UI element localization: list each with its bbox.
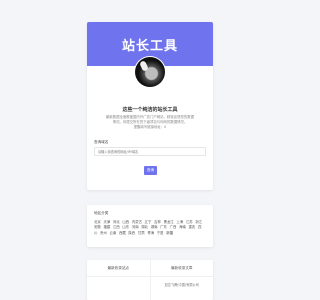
description-note: 提醒填写链接地址：0 — [133, 125, 167, 130]
domain-input[interactable] — [94, 147, 206, 156]
area-link[interactable]: 广西 — [170, 225, 177, 229]
latest-sites-title: 最新收录站点 — [87, 266, 150, 277]
area-card: 地区分类 北京 天津 河北 山西 内蒙古 辽宁 吉林 黑龙江 上海 江苏 浙江 … — [87, 205, 213, 247]
area-link[interactable]: 河北 — [113, 220, 120, 224]
area-link[interactable]: 重庆 — [189, 225, 196, 229]
area-link[interactable]: 江西 — [113, 225, 120, 229]
area-link[interactable]: 西藏 — [119, 231, 126, 235]
area-link[interactable]: 江苏 — [186, 220, 193, 224]
avatar — [134, 56, 166, 88]
area-link[interactable]: 甘肃 — [138, 231, 145, 235]
area-link[interactable]: 北京 — [94, 220, 101, 224]
area-link[interactable]: 山东 — [122, 225, 129, 229]
search-card: 站长工具 这些一个纯洁的站长工具 最新数据全面覆盖国内外广告门户网站，精准反馈您… — [87, 22, 213, 190]
query-button[interactable]: 查询 — [144, 166, 157, 175]
area-link[interactable]: 青海 — [147, 231, 154, 235]
area-link[interactable]: 贵州 — [100, 231, 107, 235]
area-link[interactable]: 云南 — [110, 231, 117, 235]
area-link[interactable]: 安徽 — [94, 225, 101, 229]
area-link[interactable]: 上海 — [176, 220, 183, 224]
area-link[interactable]: 湖南 — [151, 225, 158, 229]
page: 站长工具 这些一个纯洁的站长工具 最新数据全面覆盖国内外广告门户网站，精准反馈您… — [0, 0, 300, 300]
description: 最新数据全面覆盖国内外广告门户网站，精准反馈您的数据情况。你提交所在的下级项目与… — [105, 115, 195, 131]
description-text: 最新数据全面覆盖国内外广告门户网站，精准反馈您的数据情况。你提交所在的下级项目与… — [105, 115, 195, 125]
slogan: 这些一个纯洁的站长工具 — [122, 107, 178, 113]
latest-card: 最新收录站点 最新收录文章 如意飞腾(中国)有限公司 — [87, 260, 213, 300]
area-link[interactable]: 天津 — [103, 220, 110, 224]
area-title: 地区分类 — [94, 211, 109, 215]
latest-article-link[interactable]: 如意飞腾(中国)有限公司 — [151, 277, 214, 287]
site-title: 站长工具 — [121, 38, 178, 54]
area-link[interactable]: 湖北 — [141, 225, 148, 229]
area-link[interactable]: 吉林 — [154, 220, 161, 224]
area-link[interactable]: 内蒙古 — [132, 220, 142, 224]
area-link[interactable]: 广东 — [160, 225, 167, 229]
area-link[interactable]: 河南 — [132, 225, 139, 229]
query-label: 查询域名 — [94, 140, 109, 144]
area-link[interactable]: 福建 — [103, 225, 110, 229]
area-link[interactable]: 山西 — [122, 220, 129, 224]
area-link[interactable]: 黑龙江 — [164, 220, 174, 224]
area-list: 北京 天津 河北 山西 内蒙古 辽宁 吉林 黑龙江 上海 江苏 浙江 安徽 福建… — [94, 220, 206, 236]
latest-articles-column: 最新收录文章 如意飞腾(中国)有限公司 — [150, 260, 214, 300]
area-link[interactable]: 新疆 — [166, 231, 173, 235]
avatar-image — [135, 57, 165, 87]
area-link[interactable]: 海南 — [179, 225, 186, 229]
area-link[interactable]: 宁夏 — [157, 231, 164, 235]
latest-articles-title: 最新收录文章 — [150, 266, 213, 277]
area-link[interactable]: 陕西 — [128, 231, 135, 235]
area-link[interactable]: 浙江 — [195, 220, 202, 224]
latest-sites-column: 最新收录站点 — [87, 260, 151, 300]
area-link[interactable]: 辽宁 — [145, 220, 152, 224]
